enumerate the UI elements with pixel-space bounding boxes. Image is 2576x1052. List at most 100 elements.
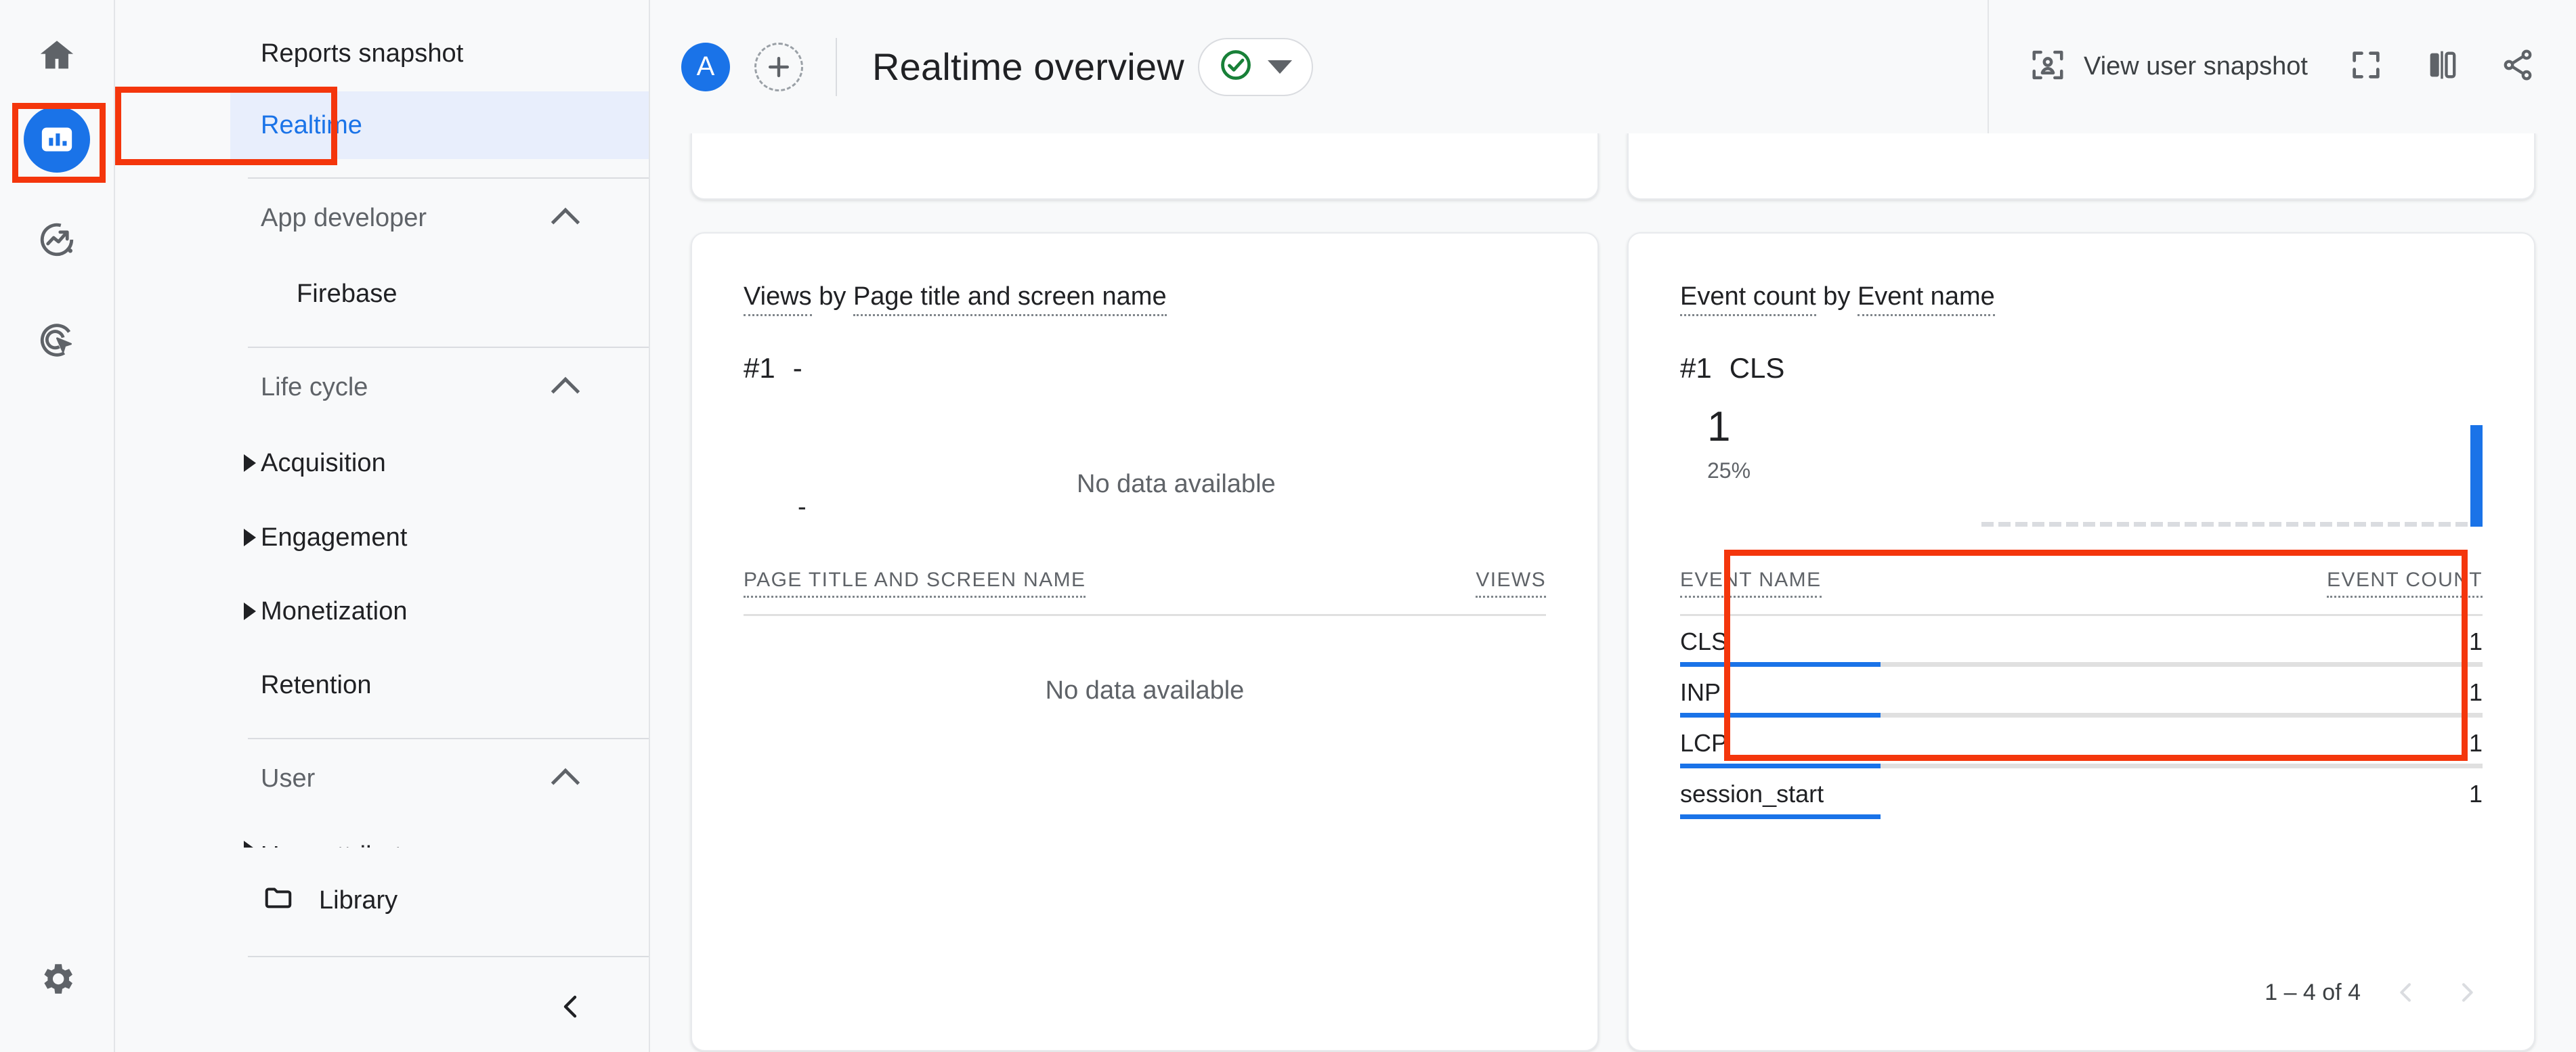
- events-card-sparkline: [1904, 405, 2483, 527]
- fullscreen-button[interactable]: [2348, 47, 2384, 86]
- table-row[interactable]: session_start 1: [1680, 768, 2483, 819]
- nav-label-reports-snapshot: Reports snapshot: [261, 39, 464, 68]
- page-title: Realtime overview: [872, 45, 1184, 88]
- comparison-avatar[interactable]: A: [681, 42, 730, 91]
- nav-section-user[interactable]: User: [115, 745, 649, 812]
- nav-divider-3: [248, 738, 649, 739]
- nav-item-library[interactable]: Library: [115, 867, 649, 934]
- events-card-big-value: 1: [1707, 403, 1731, 450]
- user-snapshot-icon: [2030, 47, 2066, 87]
- views-col-metric[interactable]: VIEWS: [1476, 569, 1546, 598]
- nav-label-library: Library: [319, 885, 398, 915]
- nav-label-acquisition: Acquisition: [261, 448, 386, 477]
- table-row[interactable]: LCP 1: [1680, 718, 2483, 768]
- pagination-next-button[interactable]: [2451, 977, 2483, 1008]
- nav-label-engagement: Engagement: [261, 523, 408, 552]
- collapse-nav-button[interactable]: [547, 984, 595, 1032]
- nav-section-app-developer[interactable]: App developer: [115, 184, 649, 252]
- compare-button[interactable]: [2424, 47, 2460, 86]
- rail-item-reports[interactable]: [20, 103, 93, 176]
- views-card-dimension-link[interactable]: Page title and screen name: [853, 282, 1167, 316]
- views-card-axis-dash: -: [798, 493, 807, 521]
- rail-item-explore[interactable]: [20, 203, 93, 276]
- nav-item-reports-snapshot[interactable]: Reports snapshot: [115, 17, 649, 90]
- nav-item-retention[interactable]: Retention: [115, 649, 649, 722]
- nav-item-engagement[interactable]: Engagement: [115, 501, 649, 574]
- views-card-by: by: [819, 282, 846, 311]
- chevron-right-icon: [244, 454, 256, 472]
- views-card-rank-number: #1: [744, 352, 775, 384]
- events-card-metric-link[interactable]: Event count: [1680, 282, 1816, 316]
- nav-item-acquisition[interactable]: Acquisition: [115, 426, 649, 500]
- events-card-big-pct: 25%: [1707, 458, 1751, 483]
- folder-icon: [263, 881, 294, 919]
- events-col-metric[interactable]: EVENT COUNT: [2327, 569, 2483, 598]
- pagination-prev-button[interactable]: [2390, 977, 2422, 1008]
- views-col-dimension[interactable]: PAGE TITLE AND SCREEN NAME: [744, 569, 1086, 598]
- views-card-chart-empty: No data available: [1077, 470, 1276, 498]
- row-spacer-1: [691, 200, 2535, 232]
- nav-divider-2: [248, 347, 649, 348]
- events-card-rank: #1 CLS: [1680, 352, 2483, 385]
- top-toolbar: A Realtime overview View user snapshot: [650, 0, 2576, 133]
- views-card-rank: #1 -: [744, 352, 1546, 385]
- nav-item-firebase[interactable]: Firebase: [115, 257, 649, 330]
- nav-label-firebase: Firebase: [297, 279, 398, 308]
- nav-label-user-attributes: User attributes: [261, 841, 429, 848]
- nav-label-monetization: Monetization: [261, 596, 408, 626]
- rail-item-advertising[interactable]: [20, 303, 93, 376]
- card-row-previous: [691, 133, 2535, 200]
- nav-section-label-life-cycle: Life cycle: [261, 372, 368, 401]
- event-name-cell: INP: [1680, 678, 1721, 706]
- nav-label-retention: Retention: [261, 670, 372, 699]
- toolbar-actions: View user snapshot: [1988, 0, 2576, 133]
- chevron-up-icon: [551, 768, 580, 797]
- reports-bar-chart-icon: [24, 106, 90, 173]
- chevron-up-icon: [551, 207, 580, 237]
- chevron-left-icon: [2400, 983, 2411, 1002]
- row-bar-fill: [1680, 713, 1881, 718]
- views-table-empty: No data available: [1045, 676, 1245, 705]
- nav-divider-1: [248, 177, 649, 179]
- events-card-dimension-link[interactable]: Event name: [1857, 282, 1995, 316]
- report-nav-panel: Reports snapshot Realtime App developer …: [115, 0, 650, 1052]
- events-card-chart-area: 1 25%: [1680, 405, 2483, 540]
- share-icon: [2500, 47, 2535, 86]
- event-count-cell: 1: [2468, 627, 2483, 655]
- nav-item-user-attributes[interactable]: User attributes: [115, 819, 649, 848]
- events-card-title: Event count by Event name: [1680, 282, 2483, 316]
- chevron-right-icon: [244, 841, 256, 848]
- advertising-target-cursor-icon: [37, 320, 77, 359]
- events-table-header: EVENT NAME EVENT COUNT: [1680, 569, 2483, 605]
- table-row[interactable]: CLS 1: [1680, 616, 2483, 667]
- rail-item-admin[interactable]: [20, 942, 93, 1015]
- report-content: Views by Page title and screen name #1 -…: [650, 133, 2576, 1052]
- event-count-cell: 1: [2468, 728, 2483, 757]
- events-col-dimension[interactable]: EVENT NAME: [1680, 569, 1822, 598]
- explore-trend-icon: [37, 220, 77, 259]
- card-stub-top-left: [691, 133, 1599, 200]
- chevron-right-icon: [244, 602, 256, 620]
- nav-section-life-cycle[interactable]: Life cycle: [115, 353, 649, 421]
- nav-item-monetization[interactable]: Monetization: [115, 575, 649, 648]
- share-button[interactable]: [2500, 47, 2535, 86]
- event-name-cell: session_start: [1680, 779, 1824, 808]
- card-row-main: Views by Page title and screen name #1 -…: [691, 232, 2535, 1051]
- nav-section-label-user: User: [261, 764, 316, 793]
- table-row[interactable]: INP 1: [1680, 667, 2483, 718]
- rail-item-home[interactable]: [20, 19, 93, 92]
- events-card-rank-number: #1: [1680, 352, 1712, 384]
- toolbar-divider: [836, 37, 837, 96]
- chevron-right-icon: [2462, 983, 2473, 1002]
- view-user-snapshot-label: View user snapshot: [2084, 52, 2308, 81]
- events-card-rank-value: CLS: [1729, 352, 1785, 384]
- data-status-dropdown[interactable]: [1197, 37, 1313, 96]
- views-card-metric-link[interactable]: Views: [744, 282, 812, 316]
- views-card-rank-value: -: [792, 352, 802, 384]
- row-bar-fill: [1680, 764, 1881, 768]
- view-user-snapshot-button[interactable]: View user snapshot: [2030, 47, 2308, 87]
- add-comparison-button[interactable]: [754, 42, 803, 91]
- gear-icon: [37, 959, 77, 999]
- main-area: A Realtime overview View user snapshot V…: [650, 0, 2576, 1052]
- events-card-big-metric: 1 25%: [1680, 405, 1904, 540]
